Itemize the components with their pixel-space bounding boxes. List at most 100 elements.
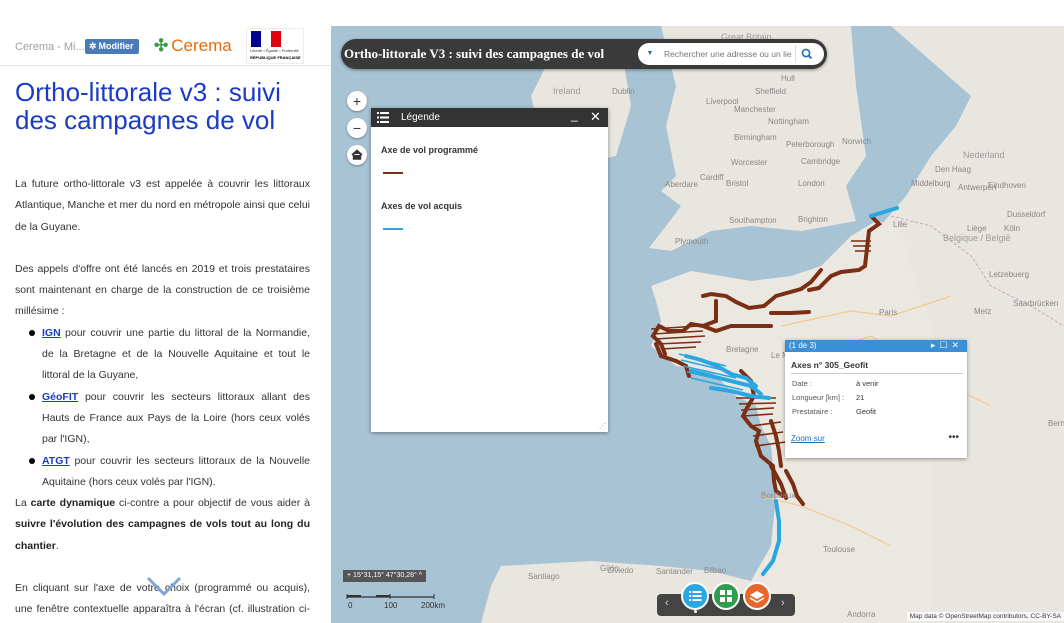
popup-field-value: à venir — [856, 379, 879, 388]
city-label: Worcester — [731, 158, 768, 167]
maximize-icon[interactable]: ☐ — [939, 340, 951, 350]
text-fragment: . — [55, 539, 59, 552]
city-label: Hull — [781, 74, 795, 83]
city-label: Bristol — [726, 179, 749, 188]
legend-panel: Légende _ ✕ Axe de vol programmé Axes de… — [371, 108, 608, 432]
french-flag-icon — [251, 31, 281, 47]
legend-widget-button[interactable] — [681, 582, 709, 610]
scale-bar: 0 100 200km — [346, 591, 446, 611]
story-header: Cerema - Mi... ✲ Modifier ✣ Cerema Liberté… — [0, 26, 331, 66]
scale-line — [346, 594, 435, 599]
basemap-gallery-button[interactable] — [712, 582, 740, 610]
city-label: Toulouse — [823, 545, 856, 554]
country-label: Belgique / België — [943, 233, 1011, 243]
paragraph-tenders: Des appels d'offre ont été lancés en 201… — [15, 262, 310, 318]
legend-swatch-programmed — [383, 172, 403, 174]
city-label: Dusseldorf — [1007, 210, 1046, 219]
paragraph-dynamic-map: La carte dynamique ci-contre a pour obje… — [15, 493, 310, 557]
search-button[interactable] — [795, 45, 817, 63]
app-name: Cerema - Mi... — [15, 41, 85, 53]
city-label: Peterborough — [786, 140, 835, 149]
text-fragment: ci-contre a pour objectif de vous aider … — [115, 497, 310, 510]
city-label: Bretagne — [726, 345, 759, 354]
zoom-out-button[interactable]: − — [347, 118, 367, 138]
more-actions-icon[interactable]: ••• — [948, 432, 959, 443]
zoom-in-button[interactable]: + — [347, 91, 367, 111]
link-atgt[interactable]: ATGT — [42, 455, 70, 467]
city-label: Plymouth — [675, 237, 709, 246]
chevron-left-icon[interactable]: ‹ — [665, 597, 669, 609]
map-view[interactable]: Great Britain Ireland Dublin Liverpool Sheff… — [331, 26, 1064, 623]
story-content: Ortho-littorale v3 : suivi des campagnes… — [15, 78, 310, 623]
city-label: Santiago — [528, 572, 560, 581]
home-button[interactable] — [347, 145, 367, 165]
layers-widget-button[interactable] — [743, 582, 771, 610]
cerema-logo[interactable]: ✣ Cerema — [154, 36, 232, 56]
list-item-text: pour couvrir les secteurs littoraux alla… — [42, 390, 310, 446]
legend-header: Légende _ ✕ — [371, 108, 608, 127]
minimize-button[interactable]: _ — [571, 108, 578, 122]
city-label: Den Haag — [935, 165, 972, 174]
legend-item-acquired-label: Axes de vol acquis — [381, 201, 463, 211]
search-icon — [801, 48, 813, 60]
edit-button-label: Modifier — [98, 41, 134, 51]
rf-motto: Liberté • Égalité • Fraternité — [250, 48, 299, 53]
popup-header: (1 de 3) ▸☐✕ — [785, 340, 967, 352]
cerema-mark-icon: ✣ — [154, 36, 169, 55]
search-source-dropdown[interactable]: ▼ — [642, 46, 658, 62]
search-input[interactable] — [664, 45, 792, 63]
city-label: Andorra — [847, 610, 876, 619]
link-ign[interactable]: IGN — [42, 327, 61, 339]
city-label: Paris — [879, 308, 898, 317]
scale-label: 200km — [421, 601, 446, 610]
popup-controls: ▸☐✕ — [931, 340, 963, 351]
legend-swatch-acquired — [383, 228, 403, 230]
search-box[interactable]: ▼ — [638, 43, 824, 65]
popup-field-key: Longueur [km] : — [792, 393, 845, 402]
close-icon[interactable]: ✕ — [951, 340, 963, 350]
city-label: Bilbao — [704, 566, 727, 575]
city-label: Manchester — [734, 105, 776, 114]
city-label: Bern — [1048, 419, 1064, 428]
city-label: Gijón — [600, 564, 619, 573]
city-label: Eindhoven — [988, 181, 1026, 190]
feature-popup: (1 de 3) ▸☐✕ Axes n° 305_Geofit Date : à… — [785, 340, 967, 458]
city-label: Brighton — [798, 215, 828, 224]
coordinates-readout[interactable]: + 15°31,15° 47°30,28° ^ — [343, 570, 427, 582]
legend-item-programmed-label: Axe de vol programmé — [381, 145, 479, 155]
popup-field-value: 21 — [856, 393, 865, 402]
city-label: Cardiff — [700, 173, 724, 182]
home-icon — [351, 149, 363, 160]
resize-grip-icon[interactable]: ⋰ — [599, 422, 606, 430]
city-label: Nottingham — [768, 117, 809, 126]
grid-icon — [720, 590, 732, 602]
edit-button[interactable]: ✲ Modifier — [85, 39, 139, 54]
close-button[interactable]: ✕ — [590, 109, 601, 125]
divider — [791, 373, 963, 374]
text-fragment: La — [15, 497, 31, 510]
widget-toolbar: ‹ › — [657, 582, 795, 616]
list-item: ATGT pour couvrir les secteurs littoraux… — [27, 451, 310, 494]
map-title: Ortho-littorale V3 : suivi des campagnes… — [344, 46, 605, 61]
coords-expand-icon: ^ — [416, 572, 423, 579]
country-label: Nederland — [963, 150, 1005, 160]
link-geofit[interactable]: GéoFIT — [42, 391, 78, 403]
story-title: Ortho-littorale v3 : suivi des campagnes… — [15, 77, 281, 135]
chevron-down-icon[interactable] — [146, 574, 182, 598]
city-label: Letzebuerg — [989, 270, 1030, 279]
map-title-bar: Ortho-littorale V3 : suivi des campagnes… — [341, 39, 827, 69]
chevron-right-icon[interactable]: › — [781, 597, 785, 609]
city-label: London — [798, 179, 825, 188]
layers-icon — [749, 591, 765, 603]
scale-label: 100 — [384, 601, 398, 610]
page-indicator — [694, 610, 697, 613]
city-label: Southampton — [729, 216, 777, 225]
city-label: Metz — [974, 307, 992, 316]
republique-francaise-logo[interactable]: Liberté • Égalité • Fraternité RÉPUBLIQU… — [246, 28, 304, 64]
popup-count: (1 de 3) — [789, 341, 817, 350]
country-label: Ireland — [553, 86, 581, 96]
city-label: Norwich — [842, 137, 871, 146]
list-item: GéoFIT pour couvrir les secteurs littora… — [27, 387, 310, 451]
zoom-to-link[interactable]: Zoom sur — [791, 434, 825, 443]
city-label: Bordeaux — [761, 491, 796, 500]
